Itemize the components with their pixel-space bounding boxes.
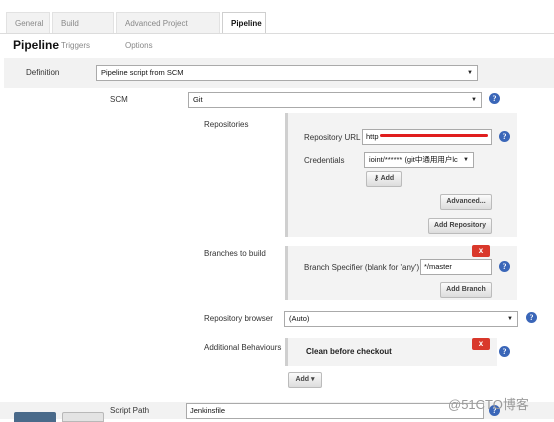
tab-divider bbox=[0, 33, 554, 34]
branches-label: Branches to build bbox=[204, 249, 266, 258]
scm-value: Git bbox=[193, 95, 203, 104]
definition-label: Definition bbox=[26, 68, 60, 77]
chevron-down-icon: ▼ bbox=[463, 157, 469, 163]
script-path-input[interactable]: Jenkinsfile bbox=[186, 403, 484, 419]
help-icon[interactable]: ? bbox=[526, 312, 537, 323]
help-icon[interactable]: ? bbox=[489, 93, 500, 104]
credentials-select[interactable]: ioint/****** (git中通用用户lc ▼ bbox=[364, 152, 474, 168]
add-credentials-label: Add bbox=[380, 175, 395, 182]
repository-url-input[interactable]: http bbox=[362, 129, 492, 145]
scm-label: SCM bbox=[110, 95, 128, 104]
branch-specifier-input[interactable]: */master bbox=[420, 259, 492, 275]
delete-branch-button[interactable]: x bbox=[472, 245, 490, 257]
repositories-label: Repositories bbox=[204, 120, 249, 129]
watermark: @51CTO博客 bbox=[448, 397, 529, 412]
tab-bar: General Build Triggers Advanced Project … bbox=[0, 12, 554, 50]
additional-behaviours-label: Additional Behaviours bbox=[204, 343, 282, 352]
help-icon[interactable]: ? bbox=[499, 261, 510, 272]
add-behaviour-label: Add bbox=[295, 376, 310, 383]
clean-before-checkout-label: Clean before checkout bbox=[306, 347, 392, 356]
add-branch-button[interactable]: Add Branch bbox=[440, 282, 492, 298]
definition-value: Pipeline script from SCM bbox=[101, 68, 184, 77]
repository-browser-select[interactable]: (Auto) ▼ bbox=[284, 311, 518, 327]
redaction-mark bbox=[380, 134, 488, 137]
scm-select[interactable]: Git ▼ bbox=[188, 92, 482, 108]
credentials-label: Credentials bbox=[304, 156, 345, 165]
tab-general[interactable]: General bbox=[6, 12, 50, 34]
tab-build-triggers[interactable]: Build Triggers bbox=[52, 12, 114, 50]
tab-advanced-project-options[interactable]: Advanced Project Options bbox=[116, 12, 220, 50]
save-button[interactable] bbox=[14, 412, 56, 422]
apply-button[interactable] bbox=[62, 412, 104, 422]
script-path-value: Jenkinsfile bbox=[190, 406, 226, 415]
add-repository-button[interactable]: Add Repository bbox=[428, 218, 492, 234]
repository-url-value: http bbox=[366, 132, 379, 141]
credentials-value: ioint/****** (git中通用用户lc bbox=[369, 155, 458, 164]
chevron-down-icon: ▼ bbox=[467, 70, 473, 76]
chevron-down-icon: ▼ bbox=[507, 316, 513, 322]
add-behaviour-button[interactable]: Add ▾ bbox=[288, 372, 322, 388]
definition-select[interactable]: Pipeline script from SCM ▼ bbox=[96, 65, 478, 81]
repository-browser-label: Repository browser bbox=[204, 314, 273, 323]
repository-browser-value: (Auto) bbox=[289, 314, 310, 323]
help-icon[interactable]: ? bbox=[499, 346, 510, 357]
key-icon: ⚷ bbox=[373, 175, 381, 182]
script-path-label: Script Path bbox=[110, 406, 150, 415]
chevron-down-icon: ▼ bbox=[471, 97, 477, 103]
advanced-button[interactable]: Advanced... bbox=[440, 194, 492, 210]
add-credentials-button[interactable]: ⚷ Add bbox=[366, 171, 402, 187]
tab-pipeline[interactable]: Pipeline bbox=[222, 12, 266, 34]
page-title: Pipeline bbox=[13, 38, 60, 52]
branch-specifier-value: */master bbox=[424, 262, 452, 271]
branch-specifier-label: Branch Specifier (blank for 'any') bbox=[304, 263, 420, 272]
help-icon[interactable]: ? bbox=[499, 131, 510, 142]
chevron-down-icon: ▾ bbox=[309, 376, 315, 383]
delete-behaviour-button[interactable]: x bbox=[472, 338, 490, 350]
repository-url-label: Repository URL bbox=[304, 133, 361, 142]
